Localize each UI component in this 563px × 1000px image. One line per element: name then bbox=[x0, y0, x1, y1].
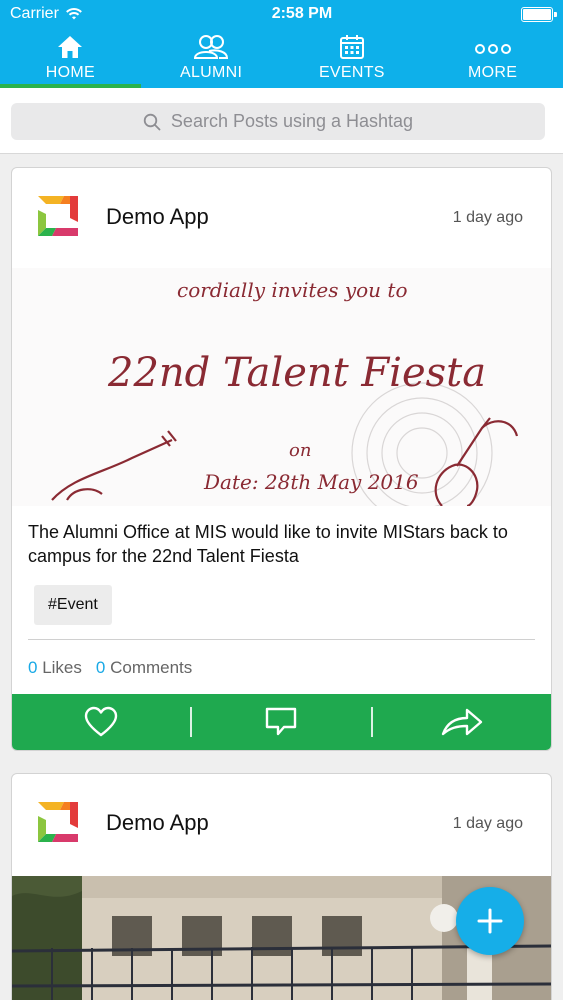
search-icon bbox=[143, 113, 161, 130]
status-bar: Carrier 2:58 PM bbox=[0, 0, 563, 28]
tab-bar: HOME ALUMNI EVENTS MORE bbox=[0, 28, 563, 88]
post-timestamp: 1 day ago bbox=[452, 815, 523, 832]
plus-icon bbox=[477, 908, 503, 934]
comment-button[interactable] bbox=[192, 706, 370, 738]
post-card: Demo App 1 day ago cordially invites you… bbox=[11, 167, 552, 751]
tab-events[interactable]: EVENTS bbox=[282, 28, 423, 88]
search-input[interactable]: Search Posts using a Hashtag bbox=[11, 103, 545, 140]
top-bar: Carrier 2:58 PM HOME ALUMNI EVENTS MORE bbox=[0, 0, 563, 88]
post-header: Demo App 1 day ago bbox=[12, 774, 551, 874]
comments-stat[interactable]: 0 Comments bbox=[96, 658, 192, 678]
app-logo-icon[interactable] bbox=[34, 192, 82, 240]
poster-text-on: on bbox=[289, 440, 312, 461]
post-image[interactable]: cordially invites you to 22nd Talent Fie… bbox=[12, 268, 551, 506]
tab-home[interactable]: HOME bbox=[0, 28, 141, 88]
tab-alumni-label: ALUMNI bbox=[179, 64, 243, 81]
comment-icon bbox=[266, 707, 297, 736]
app-logo-icon[interactable] bbox=[34, 798, 82, 846]
divider bbox=[28, 639, 535, 640]
add-post-button[interactable] bbox=[456, 887, 524, 955]
home-icon bbox=[58, 36, 83, 58]
wifi-icon bbox=[65, 8, 82, 20]
tab-events-label: EVENTS bbox=[318, 64, 385, 81]
share-arrow-icon bbox=[441, 708, 483, 736]
post-header: Demo App 1 day ago bbox=[12, 168, 551, 268]
calendar-icon bbox=[339, 35, 364, 59]
post-card: Demo App 1 day ago bbox=[11, 773, 552, 1000]
post-action-bar bbox=[12, 694, 551, 750]
poster-text-invite: cordially invites you to bbox=[177, 278, 408, 302]
tab-home-label: HOME bbox=[45, 64, 95, 81]
post-stats: 0 Likes 0 Comments bbox=[28, 658, 192, 678]
comments-count: 0 bbox=[95, 658, 106, 677]
post-timestamp: 1 day ago bbox=[452, 209, 523, 226]
share-button[interactable] bbox=[373, 706, 551, 738]
battery-icon bbox=[520, 6, 557, 22]
poster-text-title: 22nd Talent Fiesta bbox=[108, 350, 487, 396]
carrier-label: Carrier bbox=[10, 5, 59, 22]
tab-alumni[interactable]: ALUMNI bbox=[141, 28, 282, 88]
likes-stat[interactable]: 0 Likes bbox=[28, 658, 82, 678]
post-author[interactable]: Demo App bbox=[106, 204, 209, 230]
like-button[interactable] bbox=[12, 706, 190, 738]
post-author[interactable]: Demo App bbox=[106, 810, 209, 836]
tab-more[interactable]: MORE bbox=[422, 28, 563, 88]
search-bar-container: Search Posts using a Hashtag bbox=[0, 88, 563, 154]
search-placeholder: Search Posts using a Hashtag bbox=[170, 111, 414, 131]
more-dots-icon bbox=[474, 44, 511, 54]
likes-count: 0 bbox=[28, 658, 38, 677]
people-icon bbox=[194, 35, 229, 59]
likes-label: Likes bbox=[42, 658, 82, 677]
post-caption: The Alumni Office at MIS would like to i… bbox=[28, 522, 508, 566]
heart-icon bbox=[84, 706, 118, 737]
clock: 2:58 PM bbox=[271, 5, 333, 22]
poster-text-date: Date: 28th May 2016 bbox=[204, 470, 419, 494]
comments-label: Comments bbox=[110, 658, 193, 677]
hashtag-chip[interactable]: #Event bbox=[34, 585, 112, 625]
tab-more-label: MORE bbox=[468, 64, 518, 81]
